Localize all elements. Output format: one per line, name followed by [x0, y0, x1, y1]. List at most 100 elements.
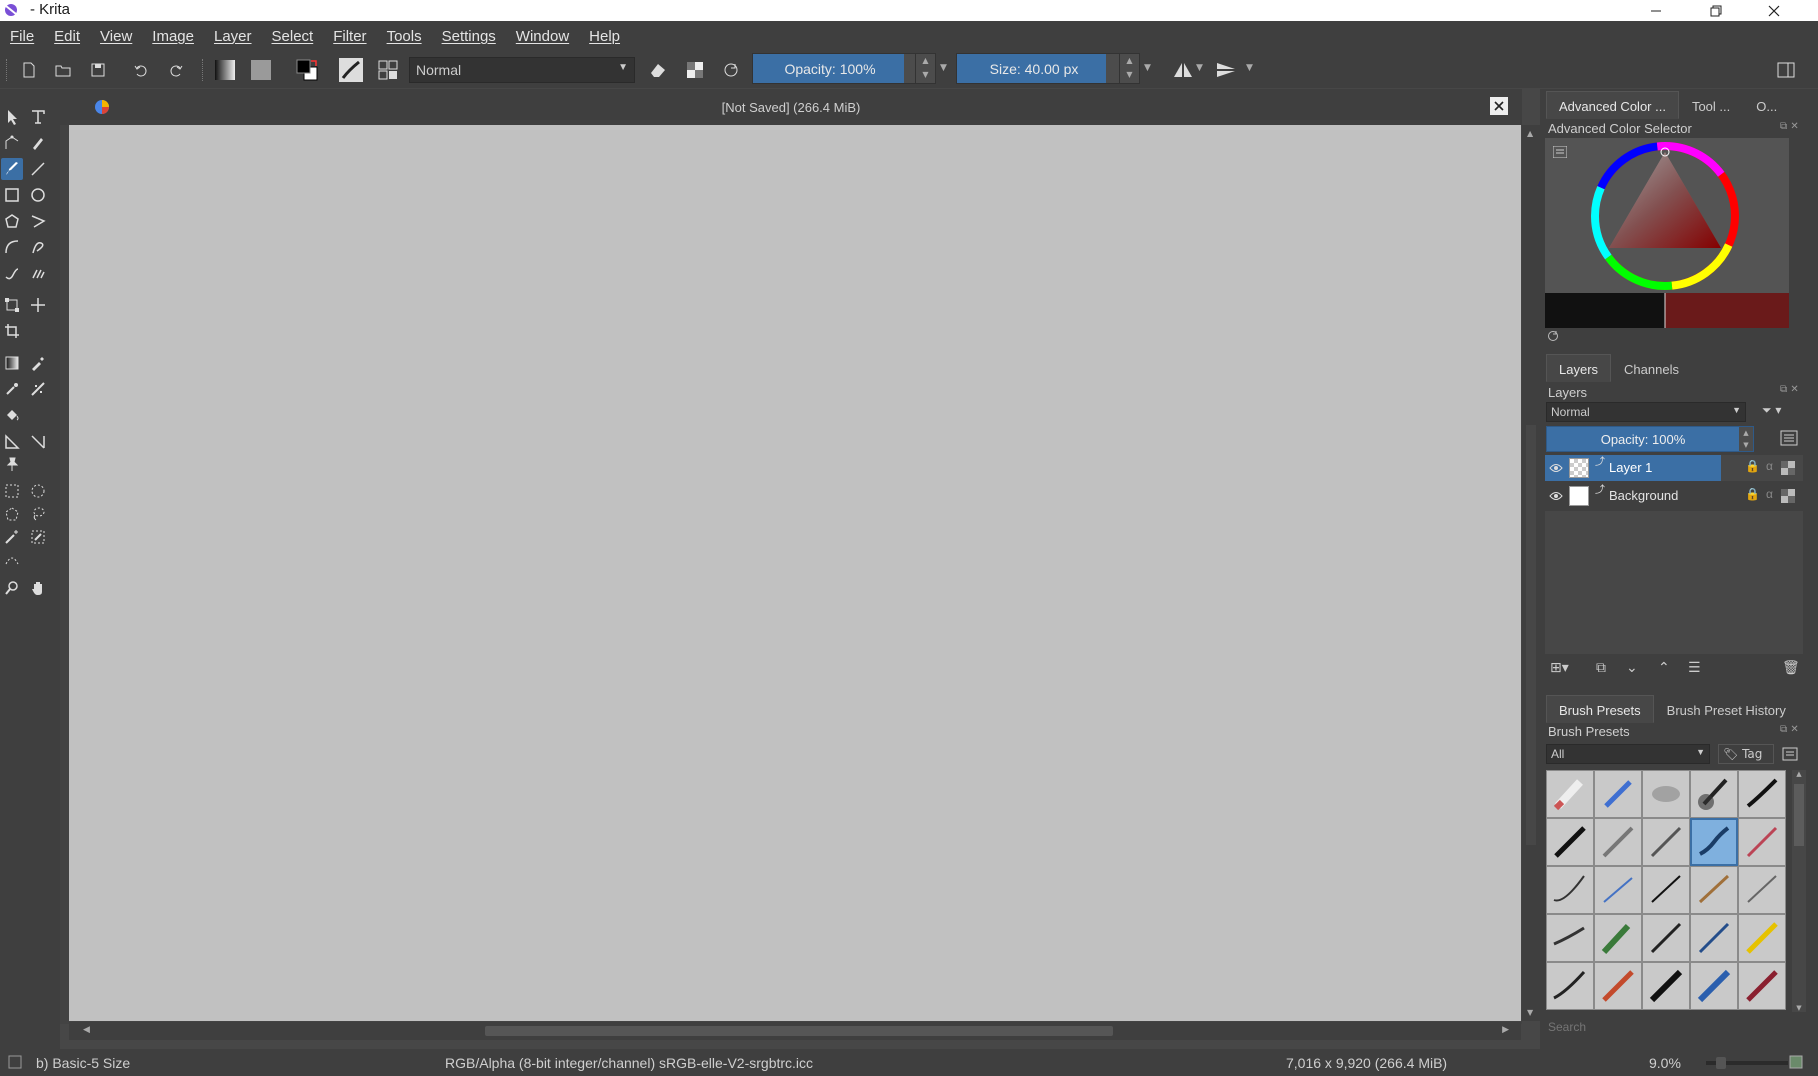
reload-preset-button[interactable]: [719, 58, 743, 82]
save-button[interactable]: [86, 58, 110, 82]
brush-presets-panel-buttons[interactable]: ⧉ ✕: [1780, 724, 1799, 735]
refresh-icon[interactable]: [1547, 330, 1559, 342]
reference-images-tool[interactable]: [1, 453, 23, 475]
dock-toggle-button[interactable]: [1774, 58, 1798, 82]
alpha-inherit-icon[interactable]: α: [1766, 459, 1773, 473]
rectangle-tool[interactable]: [1, 184, 23, 206]
foreground-background-color-button[interactable]: [295, 58, 319, 82]
freehand-path-tool[interactable]: [27, 236, 49, 258]
pan-tool[interactable]: [27, 577, 49, 599]
layer-name[interactable]: Background: [1609, 488, 1678, 503]
menu-settings[interactable]: Settings: [442, 28, 496, 45]
menu-view[interactable]: View: [100, 28, 132, 45]
brush-preset[interactable]: [1642, 866, 1690, 914]
new-document-button[interactable]: [17, 58, 41, 82]
status-brush[interactable]: b) Basic-5 Size: [36, 1055, 130, 1071]
layer-properties-button[interactable]: ☰: [1688, 660, 1701, 676]
delete-layer-button[interactable]: 🗑: [1782, 660, 1800, 676]
menu-layer[interactable]: Layer: [214, 28, 252, 45]
undo-button[interactable]: [129, 58, 153, 82]
redo-button[interactable]: [164, 58, 188, 82]
assistant-tool[interactable]: [27, 431, 49, 453]
preset-scroll-thumb[interactable]: [1794, 784, 1804, 846]
brush-preset[interactable]: [1546, 770, 1594, 818]
fill-tool[interactable]: [1, 404, 23, 426]
layers-panel-buttons[interactable]: ⧉ ✕: [1780, 384, 1799, 395]
brush-preset-button[interactable]: [339, 58, 363, 82]
drawing-canvas[interactable]: [69, 125, 1521, 1021]
zoom-slider[interactable]: [1706, 1057, 1788, 1069]
bezier-tool[interactable]: [1, 236, 23, 258]
brush-preset[interactable]: [1642, 914, 1690, 962]
calligraphy-tool[interactable]: [27, 132, 49, 154]
color-selector-panel-buttons[interactable]: ⧉ ✕: [1780, 121, 1799, 132]
select-shapes-tool[interactable]: [1, 106, 23, 128]
brush-preset[interactable]: [1642, 962, 1690, 1010]
tab-layers[interactable]: Layers: [1546, 354, 1612, 382]
brush-preset[interactable]: [1594, 914, 1642, 962]
brush-preset[interactable]: [1738, 962, 1786, 1010]
freehand-selection-tool[interactable]: [27, 503, 49, 525]
brush-preset[interactable]: [1546, 962, 1594, 1010]
brush-preset[interactable]: [1642, 818, 1690, 866]
polygon-tool[interactable]: [1, 210, 23, 232]
layer-opacity-slider[interactable]: Opacity: 100% ▲ ▼: [1546, 426, 1754, 452]
brush-preset[interactable]: [1738, 818, 1786, 866]
move-layer-down-button[interactable]: ⌄: [1626, 660, 1638, 676]
brush-preset[interactable]: [1546, 818, 1594, 866]
brush-preset[interactable]: [1690, 770, 1738, 818]
menu-edit[interactable]: Edit: [54, 28, 80, 45]
brush-view-settings-icon[interactable]: [1782, 747, 1798, 761]
lock-icon[interactable]: 🔒: [1745, 487, 1760, 501]
opacity-dropdown-icon[interactable]: ▼: [940, 63, 947, 73]
brush-preset-selected[interactable]: [1690, 818, 1738, 866]
brush-preset[interactable]: [1594, 818, 1642, 866]
polyline-tool[interactable]: [27, 210, 49, 232]
brush-preset[interactable]: [1594, 962, 1642, 1010]
preserve-alpha-button[interactable]: [683, 58, 707, 82]
multibrush-tool[interactable]: [27, 262, 49, 284]
zoom-fit-icon[interactable]: [1789, 1055, 1803, 1069]
brush-preset[interactable]: [1738, 770, 1786, 818]
layer-blend-mode-select[interactable]: Normal ▼: [1546, 402, 1746, 422]
close-document-button[interactable]: [1490, 97, 1508, 115]
mirror-vertical-button[interactable]: [1214, 58, 1238, 82]
tab-advanced-color[interactable]: Advanced Color ...: [1546, 91, 1679, 119]
tag-button[interactable]: 🏷 Tag: [1718, 744, 1774, 764]
menu-select[interactable]: Select: [272, 28, 314, 45]
brush-preset[interactable]: [1594, 770, 1642, 818]
restore-button[interactable]: [1688, 0, 1744, 21]
duplicate-layer-button[interactable]: ⧉: [1596, 660, 1606, 676]
move-tool[interactable]: [27, 294, 49, 316]
brush-filter-select[interactable]: All ▼: [1546, 744, 1710, 764]
scroll-down-icon[interactable]: ▼: [1527, 1008, 1533, 1017]
layer-opacity-spinner[interactable]: ▲ ▼: [1739, 427, 1753, 451]
menu-file[interactable]: File: [10, 28, 34, 45]
eye-visible-icon[interactable]: [1549, 490, 1563, 502]
scroll-up-icon[interactable]: ▲: [1792, 770, 1806, 778]
add-layer-button[interactable]: ⊞▾: [1550, 660, 1569, 676]
mirror-horizontal-dropdown-icon[interactable]: ▼: [1196, 63, 1203, 73]
brush-preset[interactable]: [1690, 962, 1738, 1010]
colorize-mask-tool[interactable]: [27, 378, 49, 400]
size-slider[interactable]: Size: 40.00 px ▲ ▼: [956, 53, 1140, 84]
tab-brush-presets[interactable]: Brush Presets: [1546, 695, 1654, 723]
layer-properties-icon[interactable]: [1780, 430, 1798, 446]
tab-overview[interactable]: O...: [1743, 91, 1790, 119]
menu-tools[interactable]: Tools: [387, 28, 422, 45]
pattern-picker-button[interactable]: [249, 58, 273, 82]
contiguous-selection-tool[interactable]: [1, 526, 23, 548]
color-sampler-tool[interactable]: [27, 352, 49, 374]
ellipse-tool[interactable]: [27, 184, 49, 206]
bezier-selection-tool[interactable]: [1, 549, 23, 571]
layer-row[interactable]: ⤴ Background 🔒 α: [1545, 483, 1803, 509]
measure-tool[interactable]: [1, 431, 23, 453]
scroll-up-icon[interactable]: ▲: [1527, 129, 1533, 138]
brush-preset[interactable]: [1546, 914, 1594, 962]
vertical-scroll-thumb[interactable]: [1526, 425, 1536, 845]
horizontal-scrollbar[interactable]: ◀ ▶: [69, 1022, 1521, 1040]
mirror-horizontal-button[interactable]: [1171, 58, 1195, 82]
lock-icon[interactable]: 🔒: [1745, 459, 1760, 473]
text-tool[interactable]: [27, 106, 49, 128]
polygonal-selection-tool[interactable]: [1, 503, 23, 525]
